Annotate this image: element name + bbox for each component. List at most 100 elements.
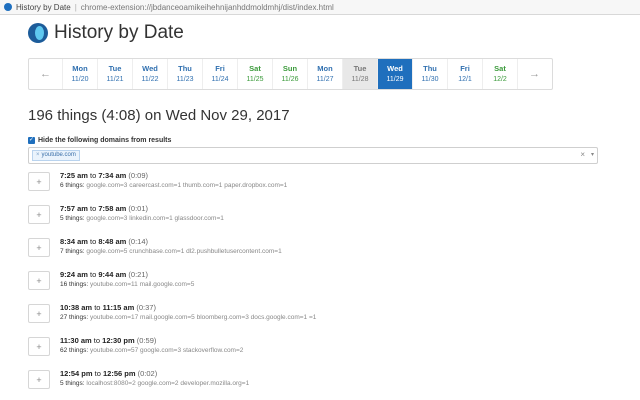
session-start: 9:24 am bbox=[60, 270, 88, 279]
day-strip: ← Mon 11/20 Tue 11/21 Wed 11/22 Thu 11/23 Fri 11/… bbox=[28, 58, 553, 90]
day-date: 11/25 bbox=[246, 76, 264, 83]
session-count: 16 things: bbox=[60, 281, 89, 288]
session-domain-list: google.com=5 crunchbase.com=1 dl2.pushbu… bbox=[86, 248, 282, 255]
session-domains: 7 things: google.com=5 crunchbase.com=1 … bbox=[60, 247, 282, 257]
day-date: 11/20 bbox=[71, 76, 89, 83]
session-duration: (0:59) bbox=[136, 336, 157, 345]
hide-domains-checkbox[interactable] bbox=[28, 136, 35, 144]
day-date: 11/28 bbox=[351, 76, 369, 83]
session-time: 10:38 am to 11:15 am (0:37) bbox=[60, 303, 316, 313]
session-to: to bbox=[93, 336, 101, 345]
day-tab[interactable]: Thu 11/30 bbox=[412, 59, 447, 89]
day-of-week: Sat bbox=[494, 64, 506, 73]
session-info: 12:54 pm to 12:56 pm (0:02) 5 things: loc… bbox=[60, 367, 249, 389]
session-info: 10:38 am to 11:15 am (0:37) 27 things: yo… bbox=[60, 301, 316, 323]
day-tab[interactable]: Fri 12/1 bbox=[447, 59, 482, 89]
session-time: 7:25 am to 7:34 am (0:09) bbox=[60, 171, 287, 181]
session-duration: (0:09) bbox=[128, 171, 149, 180]
day-of-week: Mon bbox=[317, 64, 333, 73]
session-time: 12:54 pm to 12:56 pm (0:02) bbox=[60, 369, 249, 379]
session-duration: (0:37) bbox=[136, 303, 156, 312]
title-url-separator: | bbox=[74, 2, 77, 12]
expand-session-button[interactable]: + bbox=[28, 337, 50, 356]
day-tab[interactable]: Tue 11/21 bbox=[97, 59, 132, 89]
session-domains: 16 things: youtube.com=11 mail.google.co… bbox=[60, 280, 194, 290]
clear-filter-icon[interactable]: × bbox=[580, 150, 585, 159]
chevron-down-icon[interactable]: ▾ bbox=[591, 151, 594, 158]
session-count: 7 things: bbox=[60, 248, 85, 255]
day-summary: 196 things (4:08) on Wed Nov 29, 2017 bbox=[28, 107, 290, 124]
expand-session-button[interactable]: + bbox=[28, 370, 50, 389]
expand-session-button[interactable]: + bbox=[28, 271, 50, 290]
day-tab[interactable]: Thu 11/23 bbox=[167, 59, 202, 89]
day-date: 11/29 bbox=[386, 76, 404, 83]
day-date: 11/26 bbox=[281, 76, 299, 83]
page-title: History by Date bbox=[54, 22, 184, 43]
day-date: 11/21 bbox=[106, 76, 124, 83]
session-count: 62 things: bbox=[60, 347, 89, 354]
day-tab[interactable]: Wed 11/29 bbox=[377, 59, 412, 89]
session-end: 12:56 pm bbox=[102, 369, 136, 378]
expand-session-button[interactable]: + bbox=[28, 304, 50, 323]
day-tab[interactable]: Fri 11/24 bbox=[202, 59, 237, 89]
day-date: 11/30 bbox=[421, 76, 439, 83]
domain-filter-input[interactable]: × youtube.com × ▾ bbox=[28, 147, 598, 164]
day-of-week: Wed bbox=[142, 64, 158, 73]
session-info: 7:25 am to 7:34 am (0:09) 6 things: googl… bbox=[60, 169, 287, 191]
day-of-week: Thu bbox=[423, 64, 437, 73]
expand-session-button[interactable]: + bbox=[28, 205, 50, 224]
day-of-week: Sat bbox=[249, 64, 261, 73]
session-start: 7:25 am bbox=[60, 171, 88, 180]
session-info: 11:30 am to 12:30 pm (0:59) 62 things: yo… bbox=[60, 334, 243, 356]
day-tab[interactable]: Sat 12/2 bbox=[482, 59, 517, 89]
session-domains: 6 things: google.com=3 careercast.com=1 … bbox=[60, 181, 287, 191]
session-time: 11:30 am to 12:30 pm (0:59) bbox=[60, 336, 243, 346]
day-tab[interactable]: Wed 11/22 bbox=[132, 59, 167, 89]
hide-domains-toggle[interactable]: Hide the following domains from results bbox=[28, 136, 172, 144]
next-week-button[interactable]: → bbox=[517, 59, 551, 89]
session-info: 8:34 am to 8:48 am (0:14) 7 things: googl… bbox=[60, 235, 282, 257]
day-date: 12/1 bbox=[458, 76, 472, 83]
domain-tag[interactable]: × youtube.com bbox=[32, 150, 80, 161]
day-date: 11/22 bbox=[141, 76, 159, 83]
session-duration: (0:14) bbox=[128, 237, 149, 246]
day-date: 11/23 bbox=[176, 76, 194, 83]
day-list: Mon 11/20 Tue 11/21 Wed 11/22 Thu 11/23 Fri 11/24… bbox=[62, 59, 517, 89]
session-to: to bbox=[90, 204, 97, 213]
session-row: +7:57 am to 7:58 am (0:01) 5 things: goog… bbox=[28, 202, 608, 235]
session-start: 7:57 am bbox=[60, 204, 88, 213]
day-of-week: Fri bbox=[460, 64, 470, 73]
prev-week-button[interactable]: ← bbox=[29, 59, 62, 89]
session-end: 7:34 am bbox=[98, 171, 127, 180]
day-tab[interactable]: Tue 11/28 bbox=[342, 59, 377, 89]
day-date: 11/24 bbox=[211, 76, 229, 83]
session-count: 27 things: bbox=[60, 314, 89, 321]
day-tab[interactable]: Mon 11/27 bbox=[307, 59, 342, 89]
session-row: +9:24 am to 9:44 am (0:21) 16 things: you… bbox=[28, 268, 608, 301]
session-time: 9:24 am to 9:44 am (0:21) bbox=[60, 270, 194, 280]
session-start: 8:34 am bbox=[60, 237, 88, 246]
session-duration: (0:21) bbox=[128, 270, 149, 279]
day-of-week: Fri bbox=[215, 64, 225, 73]
remove-tag-icon[interactable]: × bbox=[36, 152, 40, 158]
day-date: 11/27 bbox=[316, 76, 334, 83]
day-tab[interactable]: Mon 11/20 bbox=[62, 59, 97, 89]
app-logo-icon bbox=[28, 23, 48, 43]
session-domain-list: youtube.com=11 mail.google.com=5 bbox=[90, 281, 195, 288]
session-row: +10:38 am to 11:15 am (0:37) 27 things: y… bbox=[28, 301, 608, 334]
session-list: +7:25 am to 7:34 am (0:09) 6 things: goog… bbox=[28, 169, 608, 400]
expand-session-button[interactable]: + bbox=[28, 172, 50, 191]
day-tab[interactable]: Sat 11/25 bbox=[237, 59, 272, 89]
session-duration: (0:02) bbox=[137, 369, 158, 378]
hide-domains-label: Hide the following domains from results bbox=[38, 137, 172, 144]
session-count: 5 things: bbox=[60, 215, 85, 222]
url-text[interactable]: chrome-extension://jbdanceoamikeihehnija… bbox=[81, 3, 334, 12]
day-of-week: Wed bbox=[387, 64, 403, 73]
session-row: +12:54 pm to 12:56 pm (0:02) 5 things: lo… bbox=[28, 367, 608, 400]
session-row: +8:34 am to 8:48 am (0:14) 7 things: goog… bbox=[28, 235, 608, 268]
session-duration: (0:01) bbox=[128, 204, 149, 213]
session-domain-list: youtube.com=17 mail.google.com=5 bloombe… bbox=[90, 314, 317, 321]
day-tab[interactable]: Sun 11/26 bbox=[272, 59, 307, 89]
expand-session-button[interactable]: + bbox=[28, 238, 50, 257]
session-end: 12:30 pm bbox=[102, 336, 135, 345]
